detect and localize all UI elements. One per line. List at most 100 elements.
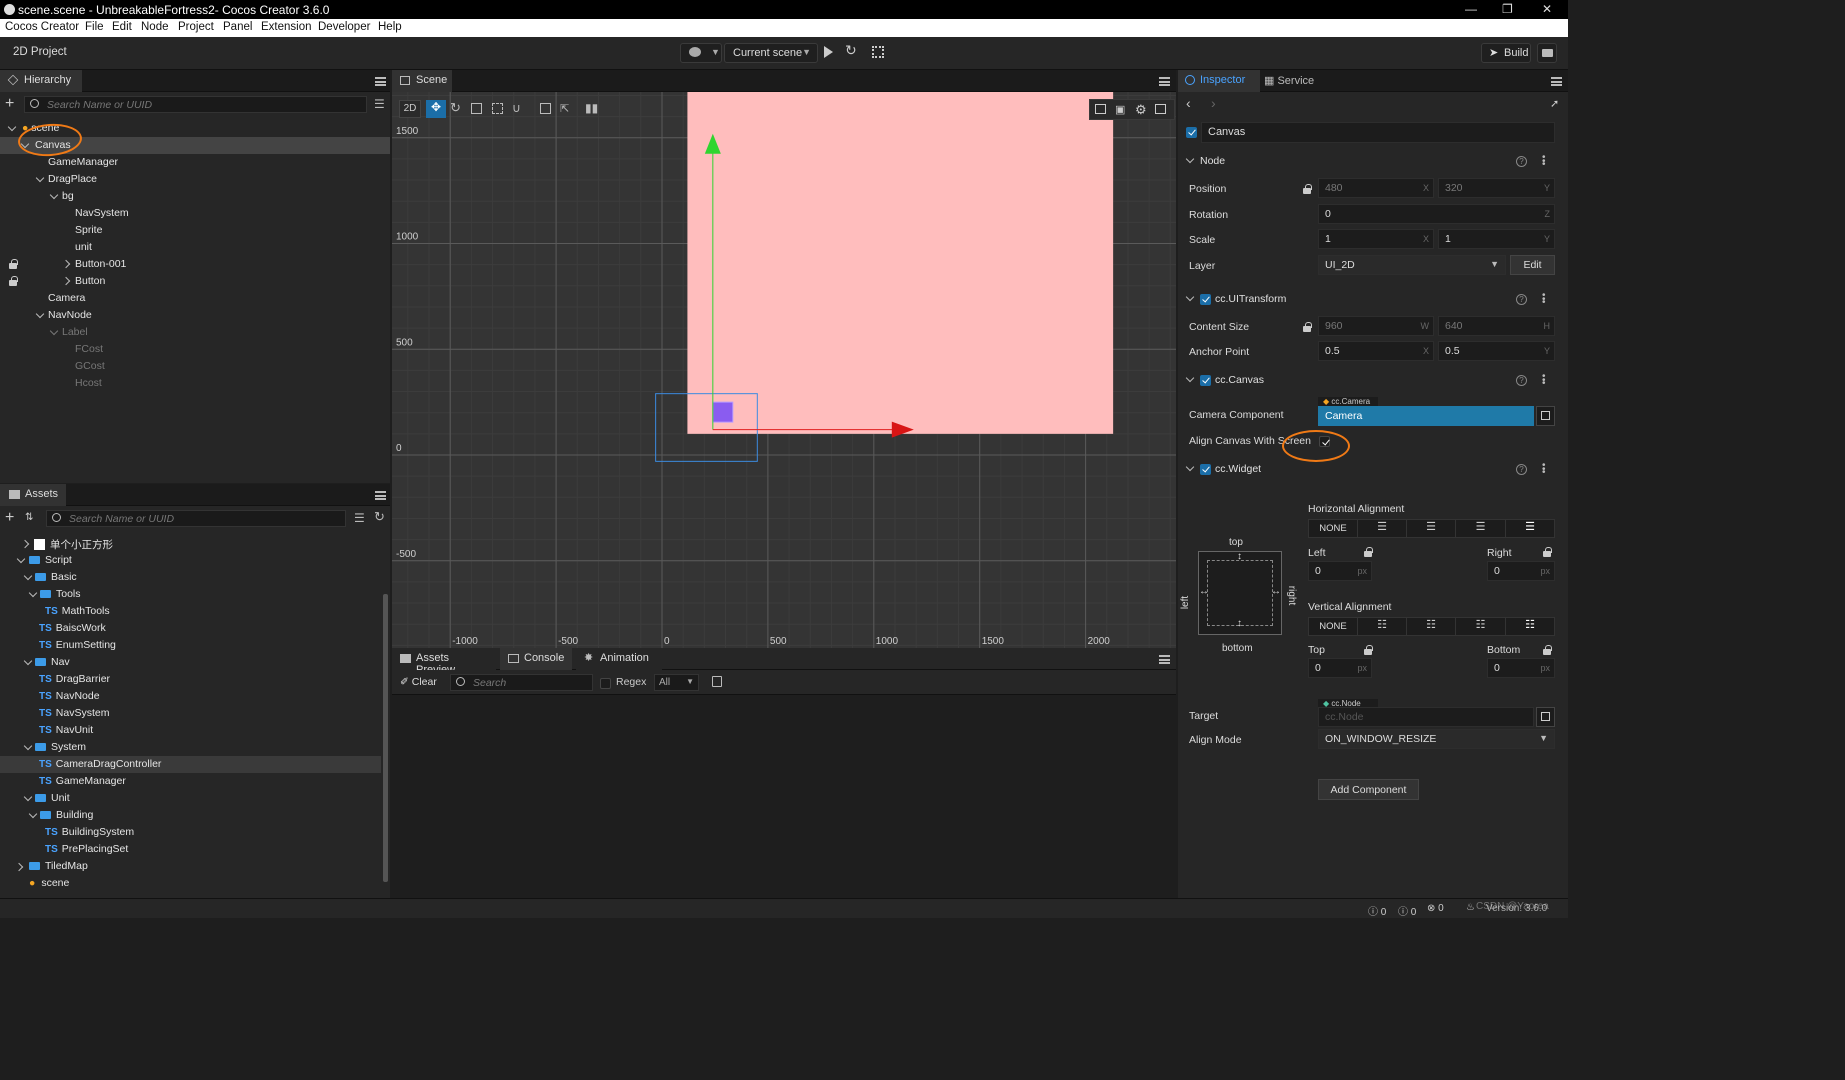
build-button[interactable]: ➤ Build: [1481, 43, 1531, 63]
bottom-input[interactable]: 0 px: [1487, 658, 1555, 678]
scale-tool-icon[interactable]: [471, 103, 482, 114]
tab-console[interactable]: Console: [500, 648, 572, 670]
error-count[interactable]: ⊗ 0: [1427, 903, 1444, 914]
pivot-icon[interactable]: [540, 103, 551, 114]
left-arrow-icon[interactable]: ↔: [1199, 586, 1209, 597]
menu-cocos[interactable]: Cocos Creator: [5, 21, 79, 33]
asset-navsystem[interactable]: TS NavSystem: [39, 707, 109, 719]
expand-arrow-icon[interactable]: [35, 173, 45, 183]
align-vstretch-icon[interactable]: ☷: [1506, 618, 1554, 635]
position-y-input[interactable]: 320 Y: [1438, 178, 1555, 198]
v-align-none-button[interactable]: NONE: [1309, 618, 1358, 635]
restore-icon[interactable]: ❐: [1502, 2, 1513, 16]
expand-arrow-icon[interactable]: [49, 190, 59, 200]
align-middle-icon[interactable]: ☷: [1407, 618, 1456, 635]
left-input[interactable]: 0 px: [1308, 561, 1372, 581]
clear-button[interactable]: ✐ Clear: [400, 676, 437, 688]
menu-edit[interactable]: Edit: [112, 21, 132, 33]
h-align-none-button[interactable]: NONE: [1309, 520, 1358, 537]
tree-node-navsystem[interactable]: NavSystem: [75, 207, 129, 219]
expand-arrow-icon[interactable]: [28, 809, 38, 819]
node-name-input[interactable]: Canvas: [1201, 122, 1555, 143]
asset-scene[interactable]: ● scene: [29, 877, 69, 889]
console-menu-icon[interactable]: [1159, 655, 1170, 664]
menu-developer[interactable]: Developer: [318, 21, 370, 33]
rotation-input[interactable]: 0Z: [1318, 204, 1555, 224]
canvas-section-header[interactable]: cc.Canvas ? • • •: [1178, 370, 1568, 392]
tab-assets[interactable]: Assets: [0, 484, 66, 506]
tab-assets-preview[interactable]: Assets Preview: [392, 648, 496, 676]
align-bottom-icon[interactable]: ☷: [1456, 618, 1506, 635]
top-arrow-icon[interactable]: ↕: [1237, 551, 1242, 562]
more-icon[interactable]: • • •: [1542, 372, 1546, 389]
sort-icon[interactable]: ⇅: [25, 512, 33, 523]
tab-service[interactable]: ▦ Service: [1264, 74, 1314, 87]
tab-inspector[interactable]: Inspector: [1178, 70, 1260, 92]
target-picker-button[interactable]: [1536, 707, 1555, 727]
hierarchy-search-input[interactable]: Search Name or UUID: [24, 96, 367, 113]
tree-node-camera[interactable]: Camera: [48, 292, 85, 304]
assets-scrollbar[interactable]: [383, 594, 388, 882]
asset-folder-tools[interactable]: Tools: [40, 588, 81, 600]
align-right-icon[interactable]: ☰: [1456, 520, 1506, 537]
list-view-icon[interactable]: ☰: [354, 511, 365, 525]
expand-arrow-icon[interactable]: [23, 571, 33, 581]
lock-icon[interactable]: [1303, 322, 1312, 332]
move-tool-icon[interactable]: ✥: [426, 100, 446, 118]
close-icon[interactable]: ✕: [1542, 2, 1552, 16]
asset-buildingsystem[interactable]: TS BuildingSystem: [45, 826, 134, 838]
camera-picker-button[interactable]: [1536, 406, 1555, 426]
asset-folder-script[interactable]: Script: [29, 554, 72, 566]
more-icon[interactable]: • • •: [1542, 461, 1546, 478]
lock-icon[interactable]: [1543, 645, 1552, 655]
minimize-icon[interactable]: —: [1465, 2, 1477, 16]
tree-node-gcost[interactable]: GCost: [75, 360, 105, 372]
menu-file[interactable]: File: [85, 21, 104, 33]
tree-node-bg[interactable]: bg: [62, 190, 74, 202]
console-search-input[interactable]: Search: [450, 674, 593, 691]
tab-animation[interactable]: ✸ Animation: [576, 648, 662, 670]
snap-icon[interactable]: ▮▮: [585, 101, 598, 115]
camera-icon[interactable]: ▣: [1115, 103, 1125, 116]
tree-node-navnode[interactable]: NavNode: [48, 309, 92, 321]
lock-icon[interactable]: [1303, 184, 1312, 194]
menu-panel[interactable]: Panel: [223, 21, 252, 33]
align-stretch-icon[interactable]: ☰: [1506, 520, 1554, 537]
tree-node-label[interactable]: Label: [62, 326, 88, 338]
warning-count[interactable]: ⓘ 0: [1398, 903, 1416, 918]
info-count[interactable]: ⓘ 0: [1368, 903, 1386, 918]
tree-node-gamemanager[interactable]: GameManager: [48, 156, 118, 168]
asset-square[interactable]: 单个小正方形: [34, 537, 113, 552]
forward-arrow-icon[interactable]: ›: [1211, 95, 1216, 111]
align-mode-select[interactable]: ON_WINDOW_RESIZE ▼: [1318, 729, 1555, 749]
preview-platform-select[interactable]: ▼: [680, 43, 722, 63]
uitransform-enabled-checkbox[interactable]: [1200, 294, 1211, 305]
asset-gamemanager[interactable]: TS GameManager: [39, 775, 126, 787]
scene-viewport[interactable]: 300025002000150010005000-500-1000-1500-2…: [392, 92, 1176, 648]
widget-enabled-checkbox[interactable]: [1200, 464, 1211, 475]
add-node-icon[interactable]: +: [5, 95, 14, 113]
magnet-tool-icon[interactable]: ∪: [512, 101, 521, 115]
asset-folder-tiledmap[interactable]: TiledMap: [29, 860, 88, 872]
menu-project[interactable]: Project: [178, 21, 214, 33]
asset-preplacingset[interactable]: TS PrePlacingSet: [45, 843, 128, 855]
node-section-header[interactable]: Node ? • • •: [1178, 151, 1568, 173]
asset-cameradragcontroller[interactable]: TS CameraDragController: [39, 758, 161, 770]
tree-node-dragplace[interactable]: DragPlace: [48, 173, 97, 185]
expand-arrow-icon[interactable]: [61, 276, 71, 286]
refresh-icon[interactable]: ↻: [845, 42, 857, 59]
expand-arrow-icon[interactable]: [16, 554, 26, 564]
camera-component-field[interactable]: Camera: [1318, 406, 1534, 426]
mode-2d-button[interactable]: 2D: [399, 100, 421, 118]
more-icon[interactable]: • • •: [1542, 153, 1546, 170]
tree-node-button-001[interactable]: Button-001: [75, 258, 126, 270]
bottom-arrow-icon[interactable]: ↕: [1237, 618, 1242, 629]
right-arrow-icon[interactable]: ↔: [1271, 586, 1281, 597]
canvas-enabled-checkbox[interactable]: [1200, 375, 1211, 386]
content-height-input[interactable]: 640 H: [1438, 316, 1555, 336]
anchor-y-input[interactable]: 0.5 Y: [1438, 341, 1555, 361]
asset-navnode[interactable]: TS NavNode: [39, 690, 100, 702]
menu-node[interactable]: Node: [141, 21, 169, 33]
widget-section-header[interactable]: cc.Widget ? • • •: [1178, 459, 1568, 481]
asset-folder-basic[interactable]: Basic: [35, 571, 77, 583]
